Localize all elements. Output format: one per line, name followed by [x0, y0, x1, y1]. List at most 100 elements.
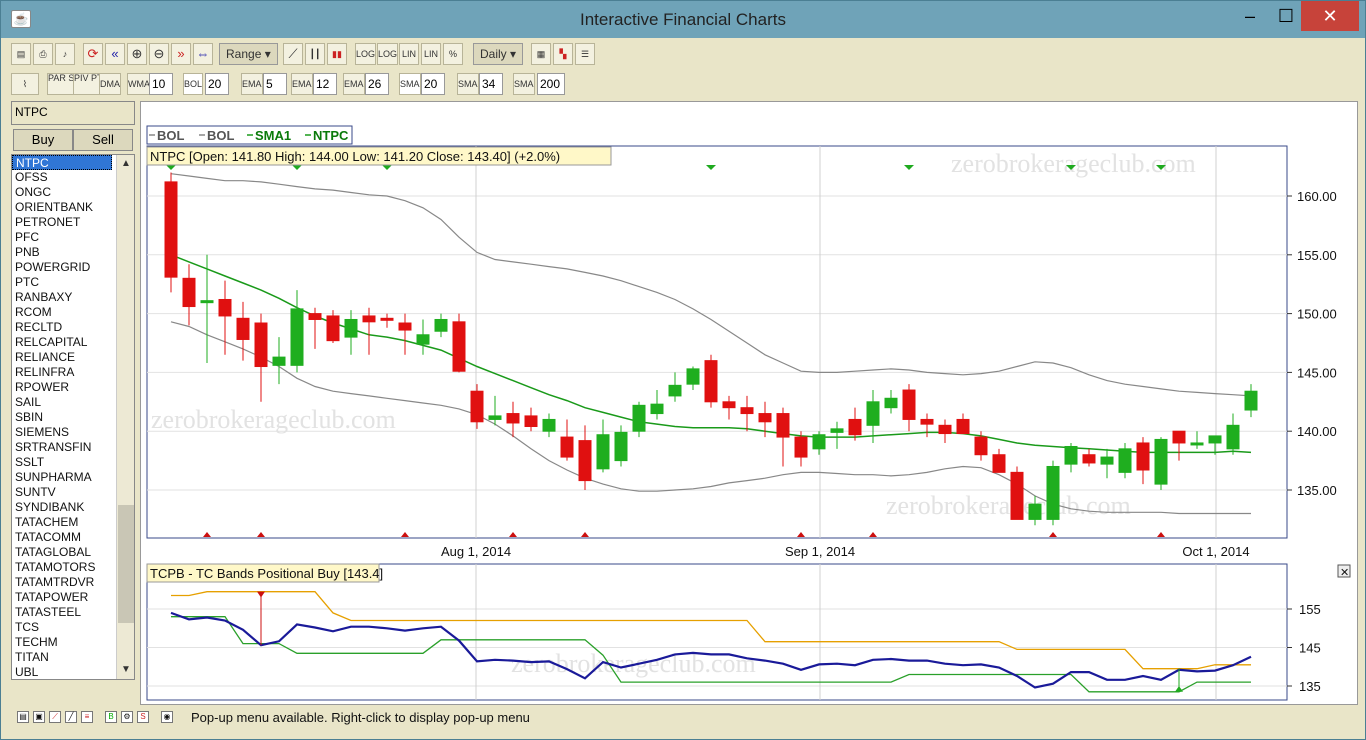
bar-chart-icon[interactable]: ┃┃: [305, 43, 325, 65]
symbol-list-item[interactable]: TCS: [12, 620, 112, 635]
refresh-icon[interactable]: ⟳: [83, 43, 103, 65]
symbol-list-item[interactable]: RECLTD: [12, 320, 112, 335]
symbol-list-item[interactable]: PNB: [12, 245, 112, 260]
forward-icon[interactable]: »: [171, 43, 191, 65]
symbol-list-item[interactable]: SIEMENS: [12, 425, 112, 440]
status-print-icon[interactable]: ▤: [17, 711, 29, 723]
symbol-list[interactable]: NTPC OFSS ONGC ORIENTBANK PETRONET PFC PNB POWE…: [11, 154, 135, 680]
symbol-list-item[interactable]: RELINFRA: [12, 365, 112, 380]
symbol-list-item[interactable]: TATAPOWER: [12, 590, 112, 605]
scroll-up-icon[interactable]: ▲: [117, 155, 134, 173]
linear-diff-icon[interactable]: LIN: [421, 43, 441, 65]
symbol-list-item[interactable]: TATAGLOBAL: [12, 545, 112, 560]
close-button[interactable]: ✕: [1301, 1, 1359, 31]
status-sell-icon[interactable]: S: [137, 711, 149, 723]
symbol-list-item[interactable]: ORIENTBANK: [12, 200, 112, 215]
sma3-button[interactable]: SMA: [513, 73, 535, 95]
rewind-icon[interactable]: «: [105, 43, 125, 65]
sma2-period-field[interactable]: 34: [479, 73, 503, 95]
range-dropdown[interactable]: Range ▾: [219, 43, 278, 65]
print-icon[interactable]: ▤: [11, 43, 31, 65]
symbol-list-item[interactable]: PFC: [12, 230, 112, 245]
symbol-list-item[interactable]: POWERGRID: [12, 260, 112, 275]
percent-icon[interactable]: %: [443, 43, 463, 65]
ema2-button[interactable]: EMA: [291, 73, 313, 95]
sma2-button[interactable]: SMA: [457, 73, 479, 95]
symbol-list-item[interactable]: ONGC: [12, 185, 112, 200]
ema1-period-field[interactable]: 5: [263, 73, 287, 95]
symbol-field[interactable]: NTPC: [11, 101, 135, 125]
symbol-list-scrollbar[interactable]: ▲ ▼: [116, 155, 134, 679]
log-scale-icon[interactable]: LOG: [355, 43, 377, 65]
symbol-list-item[interactable]: RELCAPITAL: [12, 335, 112, 350]
zoom-out-icon[interactable]: ⊖: [149, 43, 169, 65]
symbol-list-item[interactable]: SBIN: [12, 410, 112, 425]
status-settings-icon[interactable]: ⚙: [121, 711, 133, 723]
sma1-period-field[interactable]: 20: [421, 73, 445, 95]
status-menu-icon[interactable]: ◉: [161, 711, 173, 723]
symbol-list-item[interactable]: NTPC: [12, 155, 112, 170]
ohlc-info-text: NTPC [Open: 141.80 High: 144.00 Low: 141…: [150, 149, 560, 164]
symbol-list-item[interactable]: UBL: [12, 665, 112, 679]
symbol-list-item[interactable]: TATASTEEL: [12, 605, 112, 620]
bol-button[interactable]: BOL: [183, 73, 204, 95]
sell-button[interactable]: Sell: [73, 129, 133, 151]
dma-button[interactable]: DMA: [99, 73, 121, 95]
chart-type-icon[interactable]: ⌇: [11, 73, 39, 95]
chart-settings-icon[interactable]: ▦: [531, 43, 551, 65]
ema2-period-field[interactable]: 12: [313, 73, 337, 95]
symbol-list-item[interactable]: TITAN: [12, 650, 112, 665]
ema3-button[interactable]: EMA: [343, 73, 365, 95]
reset-icon[interactable]: ⇔: [193, 43, 213, 65]
status-chart-icon[interactable]: ⟋: [49, 711, 61, 723]
status-buy-icon[interactable]: B: [105, 711, 117, 723]
zoom-in-icon[interactable]: ⊕: [127, 43, 147, 65]
indicator-info-text: TCPB - TC Bands Positional Buy [143.4]: [150, 566, 383, 581]
linear-scale-icon[interactable]: LIN: [399, 43, 419, 65]
symbol-list-item[interactable]: SYNDIBANK: [12, 500, 112, 515]
log-diff-icon[interactable]: LOG: [377, 43, 399, 65]
candlestick-icon[interactable]: ▮▮: [327, 43, 347, 65]
symbol-list-item[interactable]: RANBAXY: [12, 290, 112, 305]
symbol-list-item[interactable]: PETRONET: [12, 215, 112, 230]
line-chart-icon[interactable]: ⟋: [283, 43, 303, 65]
symbol-list-item[interactable]: SSLT: [12, 455, 112, 470]
symbol-list-item[interactable]: OFSS: [12, 170, 112, 185]
candle-body: [632, 404, 646, 432]
symbol-list-item[interactable]: RPOWER: [12, 380, 112, 395]
period-dropdown[interactable]: Daily ▾: [473, 43, 524, 65]
sma1-button[interactable]: SMA: [399, 73, 421, 95]
status-save-icon[interactable]: ▣: [33, 711, 45, 723]
symbol-list-item[interactable]: TATACHEM: [12, 515, 112, 530]
status-fib-icon[interactable]: ≡: [81, 711, 93, 723]
wma-button[interactable]: WMA: [127, 73, 151, 95]
symbol-list-item[interactable]: TECHM: [12, 635, 112, 650]
wma-period-field[interactable]: 10: [149, 73, 173, 95]
price-axis-label: 145.00: [1297, 365, 1337, 380]
symbol-list-item[interactable]: RELIANCE: [12, 350, 112, 365]
symbol-list-item[interactable]: PTC: [12, 275, 112, 290]
color-scheme-icon[interactable]: ▚: [553, 43, 573, 65]
symbol-list-item[interactable]: SRTRANSFIN: [12, 440, 112, 455]
symbol-list-item[interactable]: TATACOMM: [12, 530, 112, 545]
sound-icon[interactable]: ♪: [55, 43, 75, 65]
symbol-list-item[interactable]: RCOM: [12, 305, 112, 320]
symbol-list-item[interactable]: SAIL: [12, 395, 112, 410]
ema3-period-field[interactable]: 26: [365, 73, 389, 95]
symbol-list-item[interactable]: TATAMOTORS: [12, 560, 112, 575]
symbol-list-item[interactable]: SUNPHARMA: [12, 470, 112, 485]
data-table-icon[interactable]: ☰: [575, 43, 595, 65]
candle-body: [848, 418, 862, 436]
status-draw-icon[interactable]: ╱: [65, 711, 77, 723]
print-preview-icon[interactable]: ⎙: [33, 43, 53, 65]
sma3-period-field[interactable]: 200: [537, 73, 565, 95]
ema1-button[interactable]: EMA: [241, 73, 263, 95]
symbol-list-item[interactable]: TATAMTRDVR: [12, 575, 112, 590]
buy-button[interactable]: Buy: [13, 129, 73, 151]
chart-svg[interactable]: 160.00 155.00 150.00 145.00 140.00 135.00 Aug …: [141, 102, 1357, 704]
chart-area[interactable]: 160.00 155.00 150.00 145.00 140.00 135.00 Aug …: [140, 101, 1358, 705]
bol-period-field[interactable]: 20: [205, 73, 229, 95]
scroll-down-icon[interactable]: ▼: [117, 661, 134, 679]
scrollbar-thumb[interactable]: [118, 505, 134, 623]
symbol-list-item[interactable]: SUNTV: [12, 485, 112, 500]
